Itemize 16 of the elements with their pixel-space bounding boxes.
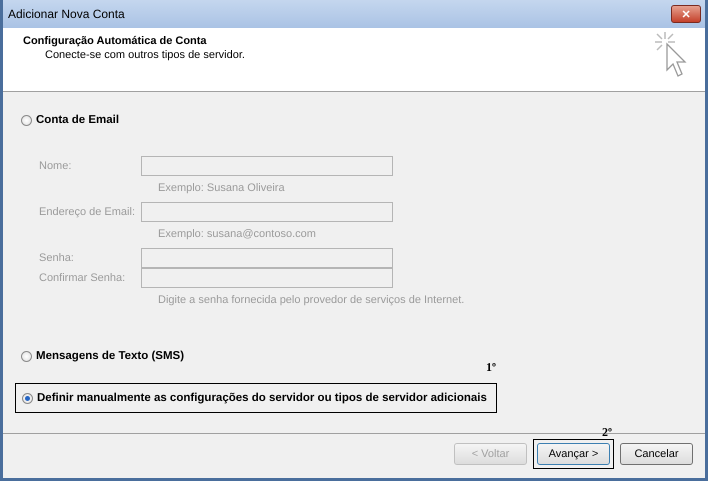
field-label: Senha: xyxy=(39,252,75,264)
hint-text: Digite a senha fornecida pelo provedor de serviços de Internet. xyxy=(157,293,466,306)
dialog-button[interactable]: Cancelar xyxy=(620,443,693,465)
field-label: Endereço de Email: xyxy=(39,206,136,218)
window-title: Adicionar Nova Conta xyxy=(8,7,125,21)
annotation-label: 2º xyxy=(602,425,612,440)
hint-text: Exemplo: Susana Oliveira xyxy=(157,181,286,194)
radio-option[interactable]: Conta de Email xyxy=(15,110,126,130)
field-label: Nome: xyxy=(39,160,72,172)
dialog-button[interactable]: Avançar > xyxy=(537,443,610,465)
field-label: Confirmar Senha: xyxy=(39,272,126,284)
hint-text: Exemplo: susana@contoso.com xyxy=(157,227,317,240)
header-title: Configuração Automática de Conta xyxy=(23,35,208,47)
header-subtitle: Conecte-se com outros tipos de servidor. xyxy=(44,49,245,61)
radio-option[interactable]: Mensagens de Texto (SMS) xyxy=(15,346,190,366)
annotation-label: 1º xyxy=(486,360,496,375)
